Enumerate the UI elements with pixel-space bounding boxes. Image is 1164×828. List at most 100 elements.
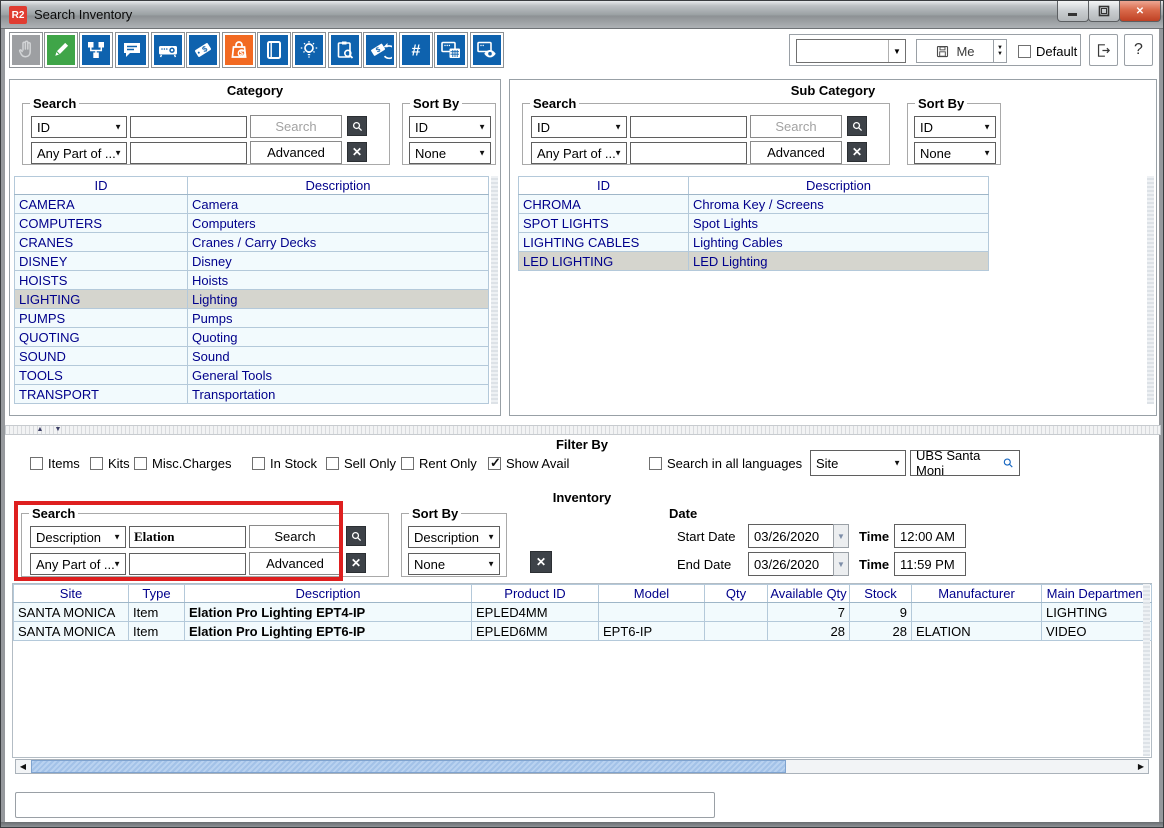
table-row[interactable]: COMPUTERSComputers xyxy=(15,214,489,233)
filter-search-all-languages[interactable]: Search in all languages xyxy=(649,456,802,471)
table-row[interactable]: CAMERACamera xyxy=(15,195,489,214)
filter-kits[interactable]: Kits xyxy=(90,456,130,471)
sales-button[interactable]: $ xyxy=(186,32,220,68)
equipment-button[interactable] xyxy=(151,32,185,68)
category-sort-secondary-select[interactable]: None xyxy=(409,142,491,164)
subcategory-search-button[interactable]: Search xyxy=(750,115,842,138)
maximize-button[interactable] xyxy=(1088,1,1120,22)
table-row[interactable]: PUMPSPumps xyxy=(15,309,489,328)
save-me-button[interactable]: Me xyxy=(916,39,994,63)
inventory-search-field-select[interactable]: Description xyxy=(30,526,126,548)
subcategory-search-field-select[interactable]: ID xyxy=(531,116,627,138)
table-row[interactable]: TOOLSGeneral Tools xyxy=(15,366,489,385)
category-sort-primary-select[interactable]: ID xyxy=(409,116,491,138)
category-vertical-scrollbar[interactable] xyxy=(491,176,498,404)
search-all-languages-checkbox[interactable] xyxy=(649,457,662,470)
horizontal-scrollbar[interactable]: ◀ ▶ xyxy=(15,759,1149,774)
site-value-field[interactable]: UBS Santa Moni xyxy=(910,450,1020,476)
table-row[interactable]: LIGHTING CABLESLighting Cables xyxy=(519,233,989,252)
category-search-go-button[interactable] xyxy=(347,116,367,136)
results-vertical-scrollbar[interactable] xyxy=(1143,584,1150,756)
start-date-field[interactable]: 03/26/2020 xyxy=(748,524,834,548)
scrollbar-thumb[interactable] xyxy=(31,760,786,773)
category-search-input-2[interactable] xyxy=(130,142,247,164)
table-row[interactable]: CRANESCranes / Carry Decks xyxy=(15,233,489,252)
price-update-button[interactable]: $ xyxy=(363,32,397,68)
purchase-button[interactable]: $ xyxy=(222,32,256,68)
start-time-field[interactable]: 12:00 AM xyxy=(894,524,966,548)
inventory-search-go-button[interactable] xyxy=(346,526,366,546)
default-checkbox-wrap[interactable]: Default xyxy=(1018,44,1077,59)
category-search-input[interactable] xyxy=(130,116,247,138)
category-search-button[interactable]: Search xyxy=(250,115,342,138)
scroll-right-icon[interactable]: ▶ xyxy=(1134,760,1148,773)
category-search-field-select[interactable]: ID xyxy=(31,116,127,138)
result-row[interactable]: SANTA MONICAItemElation Pro Lighting EPT… xyxy=(14,622,1152,641)
subcategory-search-go-button[interactable] xyxy=(847,116,867,136)
category-match-select[interactable]: Any Part of ... xyxy=(31,142,127,164)
table-row[interactable]: SPOT LIGHTSSpot Lights xyxy=(519,214,989,233)
filter-show-avail[interactable]: Show Avail xyxy=(488,456,569,471)
end-date-field[interactable]: 03/26/2020 xyxy=(748,552,834,576)
table-row-selected[interactable]: LED LIGHTINGLED Lighting xyxy=(519,252,989,271)
end-date-dropdown[interactable]: ▼ xyxy=(833,552,849,576)
profile-combo[interactable]: ▼ xyxy=(796,39,906,63)
filter-items[interactable]: Items xyxy=(30,456,80,471)
categories-button[interactable] xyxy=(79,32,113,68)
inventory-search-button[interactable] xyxy=(328,32,362,68)
category-advanced-button[interactable]: Advanced xyxy=(250,141,342,164)
subcategory-search-input-2[interactable] xyxy=(630,142,747,164)
table-row-selected[interactable]: LIGHTINGLighting xyxy=(15,290,489,309)
close-button[interactable]: ✕ xyxy=(1119,1,1161,22)
site-select[interactable]: Site xyxy=(810,450,906,476)
inventory-search-input[interactable] xyxy=(129,526,246,548)
category-clear-button[interactable]: ✕ xyxy=(347,142,367,162)
hand-tool-button[interactable] xyxy=(9,32,43,68)
rent-only-checkbox[interactable] xyxy=(401,457,414,470)
equipment-view-button[interactable] xyxy=(470,32,504,68)
start-date-dropdown[interactable]: ▼ xyxy=(833,524,849,548)
help-button[interactable]: ? xyxy=(1124,34,1153,66)
inventory-clear-button[interactable]: ✕ xyxy=(346,553,366,573)
items-checkbox[interactable] xyxy=(30,457,43,470)
subcategory-advanced-button[interactable]: Advanced xyxy=(750,141,842,164)
show-avail-checkbox[interactable] xyxy=(488,457,501,470)
subcategory-search-input[interactable] xyxy=(630,116,747,138)
inventory-sort-secondary-select[interactable]: None xyxy=(408,553,500,575)
in-stock-checkbox[interactable] xyxy=(252,457,265,470)
filter-sell-only[interactable]: Sell Only xyxy=(326,456,396,471)
minimize-button[interactable] xyxy=(1057,1,1089,22)
scroll-left-icon[interactable]: ◀ xyxy=(16,760,30,773)
table-row[interactable]: DISNEYDisney xyxy=(15,252,489,271)
inventory-match-select[interactable]: Any Part of ... xyxy=(30,553,126,575)
splitter-collapse-up-icon[interactable]: ▲ xyxy=(32,426,48,434)
subcategory-clear-button[interactable]: ✕ xyxy=(847,142,867,162)
subcategory-sort-primary-select[interactable]: ID xyxy=(914,116,996,138)
panel-splitter[interactable]: ▲ ▼ xyxy=(5,425,1161,435)
exit-button[interactable] xyxy=(1089,34,1118,66)
table-row[interactable]: HOISTSHoists xyxy=(15,271,489,290)
title-bar[interactable]: R2 Search Inventory ✕ xyxy=(1,1,1164,29)
inventory-sort-primary-select[interactable]: Description xyxy=(408,526,500,548)
equipment-schedule-button[interactable] xyxy=(434,32,468,68)
table-row[interactable]: TRANSPORTTransportation xyxy=(15,385,489,404)
inventory-search-button[interactable]: Search xyxy=(249,525,341,548)
me-spinner[interactable]: ▼▼ xyxy=(994,39,1007,63)
splitter-collapse-down-icon[interactable]: ▼ xyxy=(50,426,66,434)
ideas-button[interactable] xyxy=(292,32,326,68)
result-row[interactable]: SANTA MONICAItemElation Pro Lighting EPT… xyxy=(14,603,1152,622)
subcategory-sort-secondary-select[interactable]: None xyxy=(914,142,996,164)
subcategory-match-select[interactable]: Any Part of ... xyxy=(531,142,627,164)
kits-checkbox[interactable] xyxy=(90,457,103,470)
filter-misc-charges[interactable]: Misc.Charges xyxy=(134,456,231,471)
table-row[interactable]: QUOTINGQuoting xyxy=(15,328,489,347)
end-time-field[interactable]: 11:59 PM xyxy=(894,552,966,576)
number-button[interactable]: # xyxy=(399,32,433,68)
comments-button[interactable] xyxy=(115,32,149,68)
filter-in-stock[interactable]: In Stock xyxy=(252,456,317,471)
default-checkbox[interactable] xyxy=(1018,45,1031,58)
table-row[interactable]: SOUNDSound xyxy=(15,347,489,366)
status-input[interactable] xyxy=(15,792,715,818)
sell-only-checkbox[interactable] xyxy=(326,457,339,470)
subcategory-vertical-scrollbar[interactable] xyxy=(1147,176,1154,404)
